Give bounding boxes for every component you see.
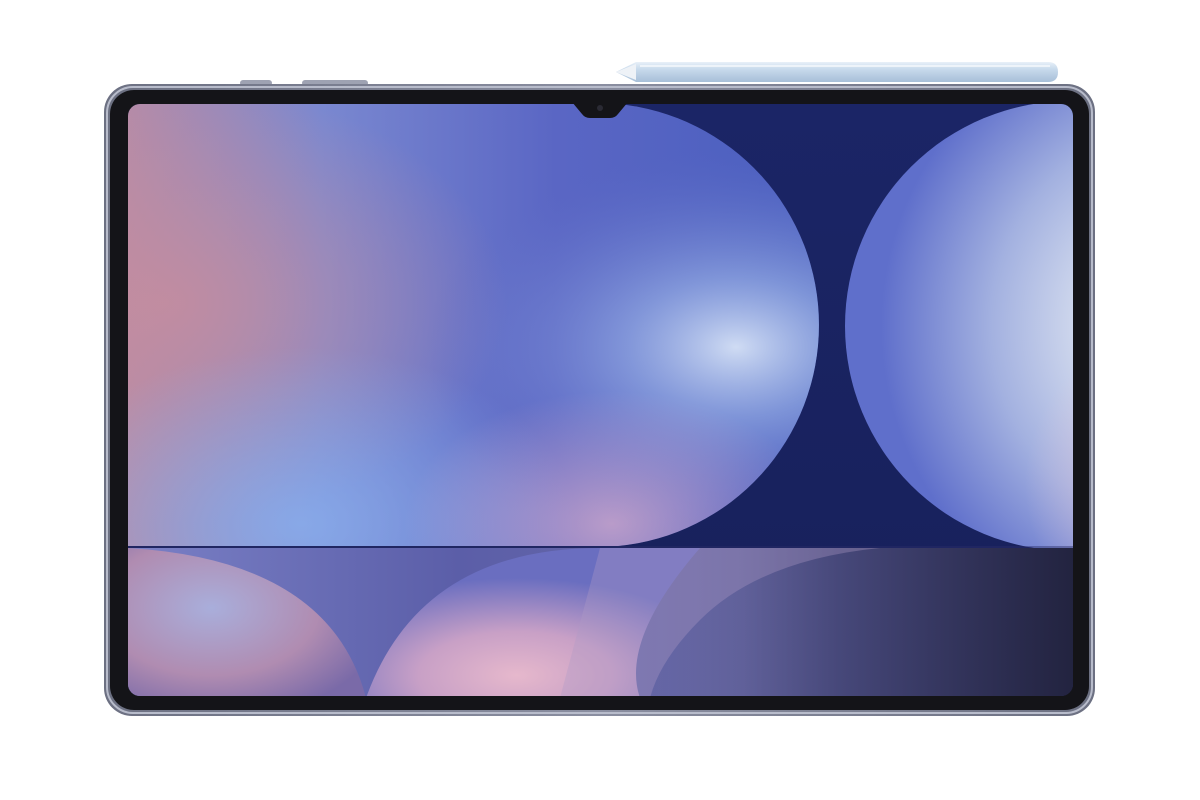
stylus-tip <box>616 64 636 80</box>
tablet-scene <box>104 62 1095 716</box>
wallpaper-top-left-panel <box>128 104 819 546</box>
camera-icon <box>597 105 603 111</box>
product-photo <box>0 0 1200 800</box>
screen-wallpaper <box>128 104 1073 696</box>
wallpaper-bottom-strip <box>128 548 1073 696</box>
stylus <box>616 62 1058 82</box>
